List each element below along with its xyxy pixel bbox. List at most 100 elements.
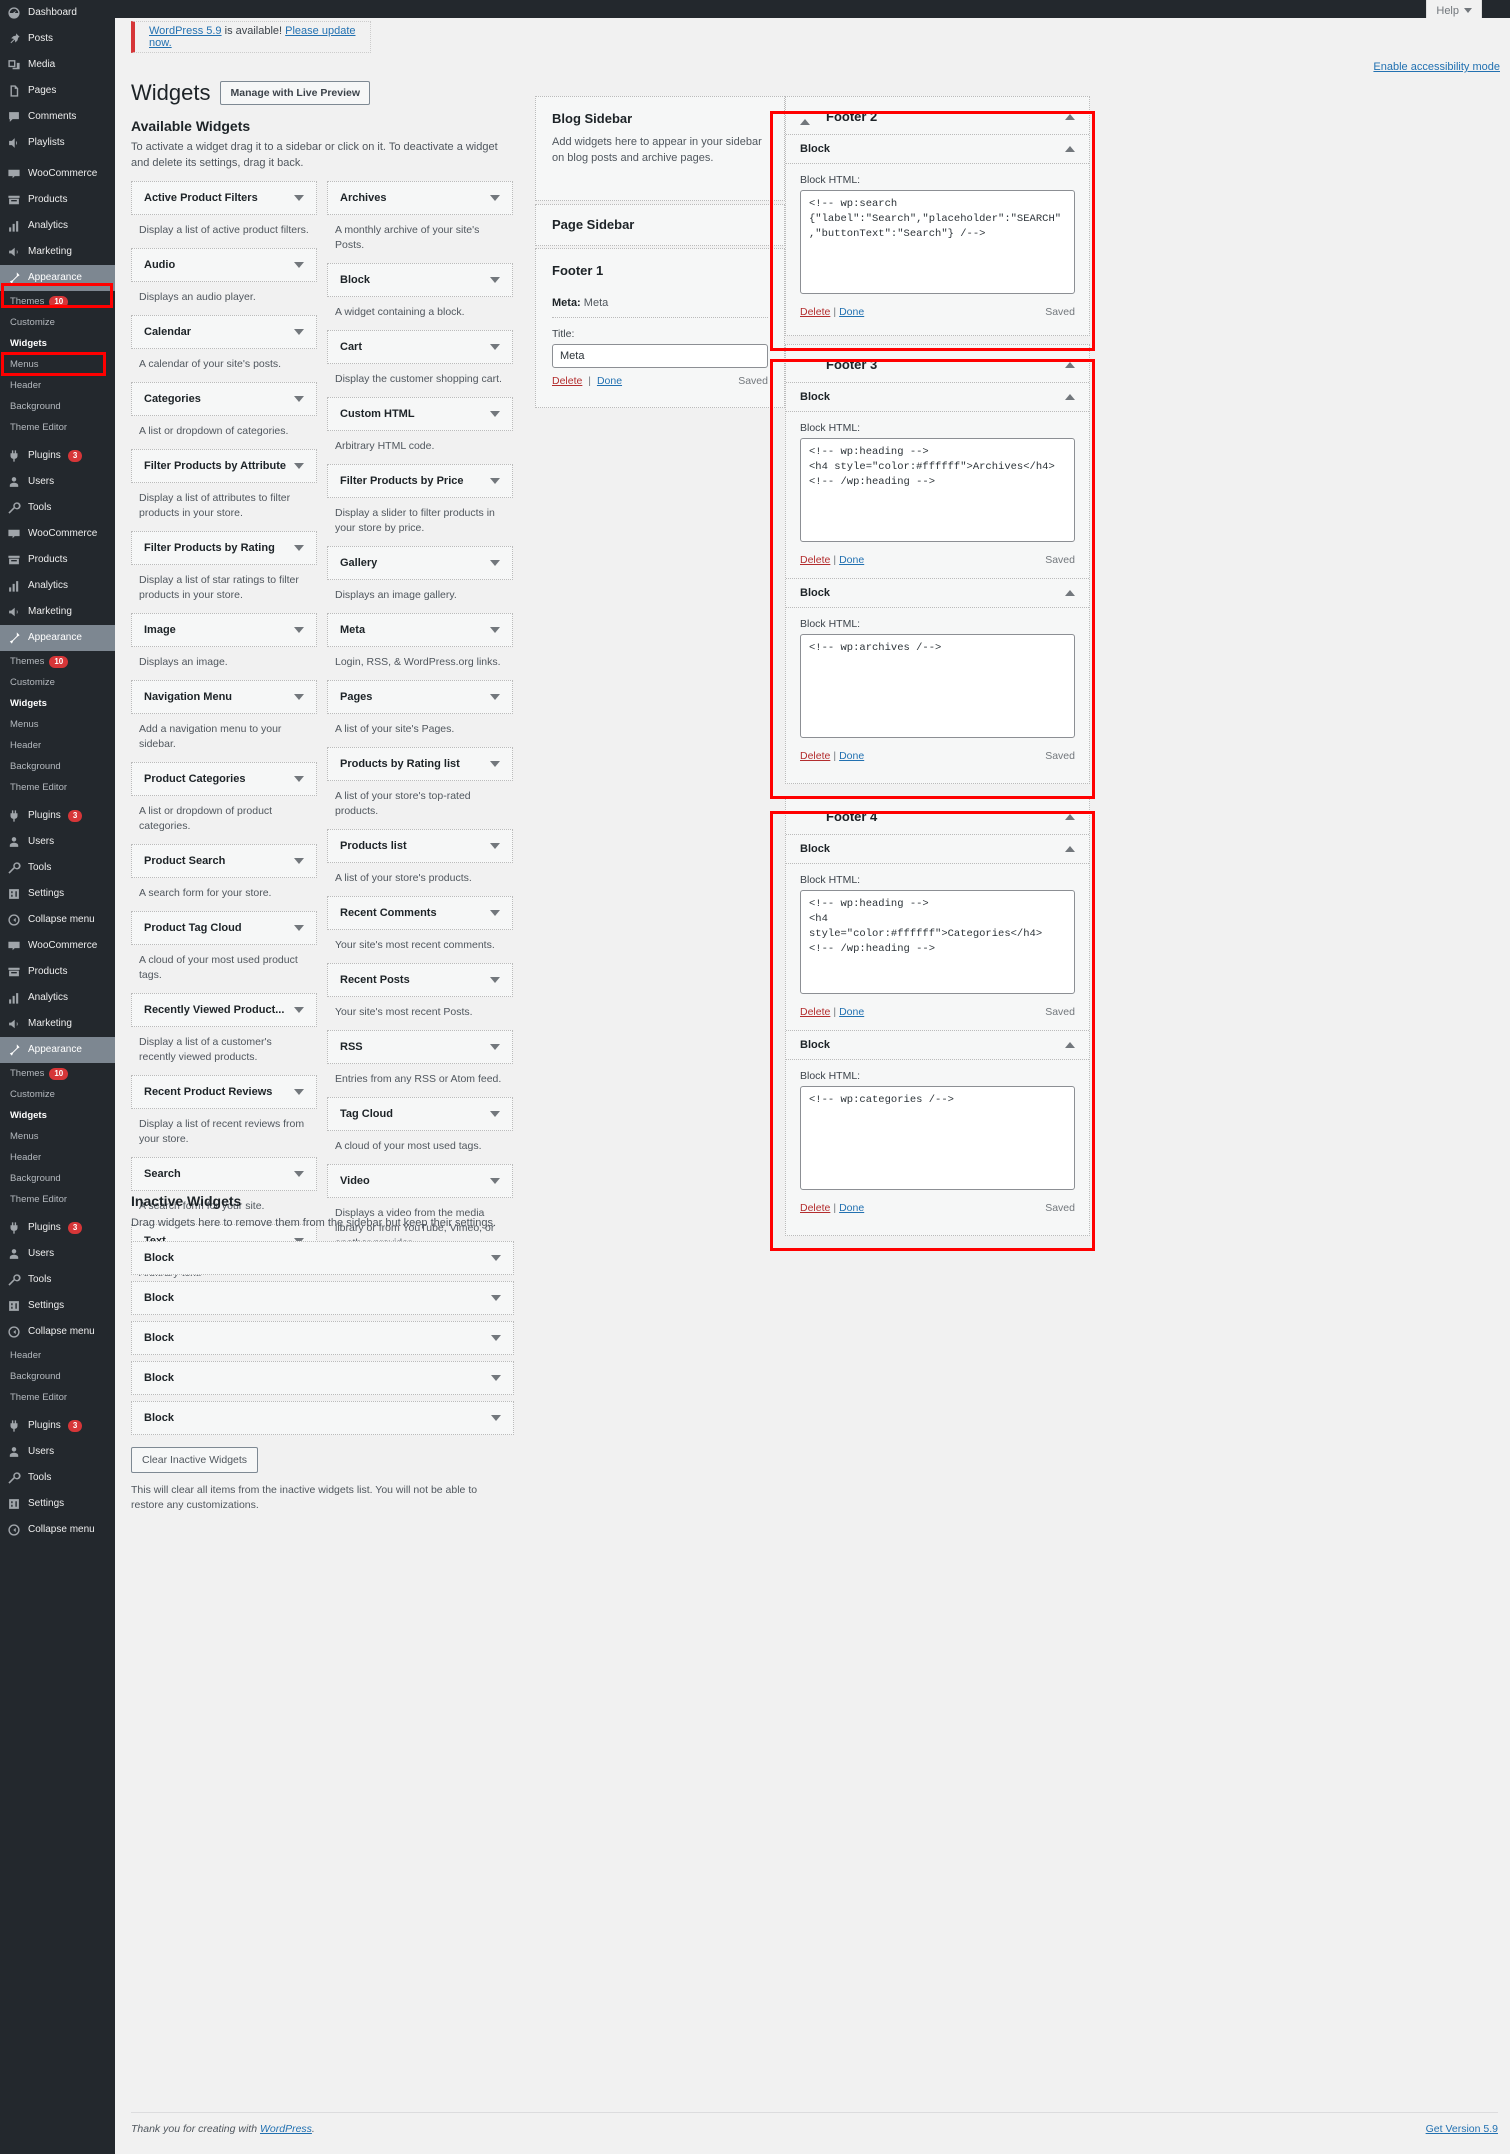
sidebar-panel-footer3[interactable]: Footer 3 Block Block HTML: <!-- wp:heading… xyxy=(785,344,1090,784)
submenu-item-background[interactable]: Background xyxy=(0,756,115,777)
menu-item-products[interactable]: Products xyxy=(0,959,115,985)
submenu-item-background[interactable]: Background xyxy=(0,1366,115,1387)
chevron-down-icon[interactable] xyxy=(490,195,500,201)
menu-item-woocommerce[interactable]: WooCommerce xyxy=(0,521,115,547)
chevron-up-icon[interactable] xyxy=(1065,394,1075,400)
widget-card-header[interactable]: Product Tag Cloud xyxy=(131,911,317,945)
sidebar-panel-page[interactable]: Page Sidebar xyxy=(535,204,785,246)
wordpress-version-link[interactable]: WordPress 5.9 xyxy=(149,25,222,37)
footer2-block-html-textarea[interactable]: <!-- wp:search {"label":"Search","placeh… xyxy=(800,190,1075,294)
chevron-up-icon[interactable] xyxy=(1065,590,1075,596)
chevron-down-icon[interactable] xyxy=(490,977,500,983)
chevron-down-icon[interactable] xyxy=(490,843,500,849)
menu-item-posts[interactable]: Posts xyxy=(0,26,115,52)
submenu-item-widgets[interactable]: Widgets xyxy=(0,333,115,354)
submenu-item-widgets[interactable]: Widgets xyxy=(0,1105,115,1126)
submenu-item-customize[interactable]: Customize xyxy=(0,672,115,693)
sidebar-panel-blog[interactable]: Blog Sidebar Add widgets here to appear … xyxy=(535,96,785,201)
available-widget-card[interactable]: Filter Products by Rating Display a list … xyxy=(131,531,317,611)
menu-item-plugins[interactable]: Plugins 3 xyxy=(0,803,115,829)
chevron-down-icon[interactable] xyxy=(294,329,304,335)
submenu-item-menus[interactable]: Menus xyxy=(0,354,115,375)
footer1-done-link[interactable]: Done xyxy=(597,375,622,387)
available-widget-card[interactable]: Tag Cloud A cloud of your most used tags. xyxy=(327,1097,513,1162)
chevron-up-icon[interactable] xyxy=(1065,846,1075,852)
widget-card-header[interactable]: Block xyxy=(327,263,513,297)
footer4-delete-link[interactable]: Delete xyxy=(800,1202,830,1214)
chevron-down-icon[interactable] xyxy=(490,478,500,484)
menu-item-woocommerce[interactable]: WooCommerce xyxy=(0,933,115,959)
submenu-item-header[interactable]: Header xyxy=(0,1147,115,1168)
footer2-collapse-left-icon[interactable] xyxy=(800,119,810,125)
submenu-item-customize[interactable]: Customize xyxy=(0,1084,115,1105)
available-widget-card[interactable]: Custom HTML Arbitrary HTML code. xyxy=(327,397,513,462)
available-widget-card[interactable]: Active Product Filters Display a list of … xyxy=(131,181,317,246)
widget-card-header[interactable]: Recent Comments xyxy=(327,896,513,930)
available-widget-card[interactable]: Audio Displays an audio player. xyxy=(131,248,317,313)
sidebar-panel-footer1[interactable]: Footer 1 Meta: Meta Title: Delete | Done… xyxy=(535,248,785,408)
sidebar-panel-footer2[interactable]: Footer 2 Block Block HTML: <!-- wp:search … xyxy=(785,96,1090,336)
menu-item-appearance[interactable]: Appearance xyxy=(0,265,115,291)
chevron-down-icon[interactable] xyxy=(294,262,304,268)
widget-card-header[interactable]: Categories xyxy=(131,382,317,416)
chevron-down-icon[interactable] xyxy=(490,277,500,283)
inactive-widget-item[interactable]: Block xyxy=(131,1241,514,1275)
menu-item-comments[interactable]: Comments xyxy=(0,104,115,130)
submenu-item-themes[interactable]: Themes 10 xyxy=(0,651,115,672)
menu-item-products[interactable]: Products xyxy=(0,187,115,213)
menu-item-settings[interactable]: Settings xyxy=(0,881,115,907)
menu-item-settings[interactable]: Settings xyxy=(0,1491,115,1517)
footer3-delete-link[interactable]: Delete xyxy=(800,750,830,762)
widget-card-header[interactable]: Product Categories xyxy=(131,762,317,796)
available-widget-card[interactable]: RSS Entries from any RSS or Atom feed. xyxy=(327,1030,513,1095)
menu-item-plugins[interactable]: Plugins 3 xyxy=(0,1413,115,1439)
widget-card-header[interactable]: Filter Products by Rating xyxy=(131,531,317,565)
footer1-title-input[interactable] xyxy=(552,344,768,368)
footer4-done-link[interactable]: Done xyxy=(839,1006,864,1018)
menu-item-users[interactable]: Users xyxy=(0,1241,115,1267)
available-widget-card[interactable]: Image Displays an image. xyxy=(131,613,317,678)
footer1-delete-link[interactable]: Delete xyxy=(552,375,582,387)
footer4-block[interactable]: Block Block HTML: <!-- wp:categories /--> D… xyxy=(786,1030,1089,1226)
widget-card-header[interactable]: Active Product Filters xyxy=(131,181,317,215)
chevron-up-icon[interactable] xyxy=(1065,146,1075,152)
chevron-down-icon[interactable] xyxy=(491,1375,501,1381)
widget-card-header[interactable]: Image xyxy=(131,613,317,647)
footer2-block-header[interactable]: Block xyxy=(786,134,1089,164)
submenu-item-widgets[interactable]: Widgets xyxy=(0,693,115,714)
menu-item-analytics[interactable]: Analytics xyxy=(0,573,115,599)
menu-item-plugins[interactable]: Plugins 3 xyxy=(0,1215,115,1241)
footer4-collapse-icon[interactable] xyxy=(1065,813,1075,820)
widget-card-header[interactable]: Recently Viewed Product... xyxy=(131,993,317,1027)
wordpress-link[interactable]: WordPress xyxy=(260,2123,312,2135)
enable-accessibility-mode-link[interactable]: Enable accessibility mode xyxy=(1373,61,1500,73)
chevron-down-icon[interactable] xyxy=(491,1415,501,1421)
chevron-down-icon[interactable] xyxy=(294,545,304,551)
menu-item-media[interactable]: Media xyxy=(0,52,115,78)
available-widget-card[interactable]: Filter Products by Attribute Display a li… xyxy=(131,449,317,529)
chevron-down-icon[interactable] xyxy=(491,1255,501,1261)
widget-card-header[interactable]: Pages xyxy=(327,680,513,714)
available-widget-card[interactable]: Recently Viewed Product... Display a list… xyxy=(131,993,317,1073)
chevron-down-icon[interactable] xyxy=(490,910,500,916)
submenu-item-header[interactable]: Header xyxy=(0,735,115,756)
chevron-down-icon[interactable] xyxy=(490,694,500,700)
submenu-item-theme-editor[interactable]: Theme Editor xyxy=(0,777,115,798)
available-widget-card[interactable]: Product Tag Cloud A cloud of your most us… xyxy=(131,911,317,991)
chevron-down-icon[interactable] xyxy=(294,1171,304,1177)
widget-card-header[interactable]: Cart xyxy=(327,330,513,364)
chevron-down-icon[interactable] xyxy=(490,560,500,566)
menu-item-users[interactable]: Users xyxy=(0,469,115,495)
chevron-down-icon[interactable] xyxy=(490,627,500,633)
footer3-collapse-icon[interactable] xyxy=(1065,361,1075,368)
footer3-block[interactable]: Block Block HTML: <!-- wp:archives /--> Del… xyxy=(786,578,1089,774)
widget-card-header[interactable]: Gallery xyxy=(327,546,513,580)
submenu-item-background[interactable]: Background xyxy=(0,396,115,417)
inactive-widgets-list[interactable]: Block Block Block Block Block xyxy=(131,1241,514,1435)
chevron-down-icon[interactable] xyxy=(490,1044,500,1050)
menu-item-products[interactable]: Products xyxy=(0,547,115,573)
widget-card-header[interactable]: Archives xyxy=(327,181,513,215)
widget-card-header[interactable]: Filter Products by Attribute xyxy=(131,449,317,483)
menu-item-marketing[interactable]: Marketing xyxy=(0,599,115,625)
chevron-up-icon[interactable] xyxy=(1065,1042,1075,1048)
